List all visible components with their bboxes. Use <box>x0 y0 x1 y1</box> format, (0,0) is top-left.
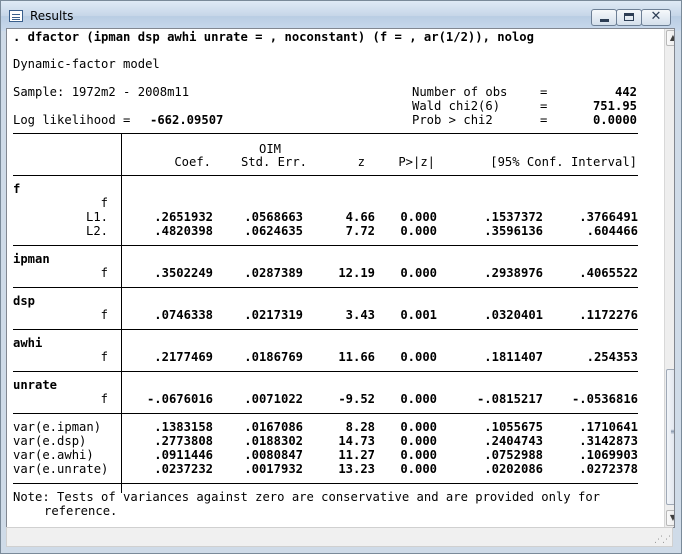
command-line: . dfactor (ipman dsp awhi unrate = , noc… <box>13 30 534 44</box>
header-ci: [95% Conf. Interval] <box>490 155 637 169</box>
stat-nobs-value: 442 <box>614 85 637 99</box>
scroll-up-button[interactable]: ▲ <box>666 30 674 46</box>
title-bar[interactable]: Results ✕ <box>1 1 681 31</box>
note-line-2: reference. <box>44 504 118 518</box>
results-output-pane[interactable]: . dfactor (ipman dsp awhi unrate = , noc… <box>6 28 675 528</box>
vertical-scrollbar[interactable]: ▲ ≡ ▼ <box>664 29 674 527</box>
note-line-1: Note: Tests of variances against zero ar… <box>13 490 600 504</box>
sample-range: Sample: 1972m2 - 2008m11 <box>13 85 190 99</box>
group-rule <box>13 287 638 288</box>
group-f-name: f <box>13 182 21 196</box>
status-bar: ⋰⋰ <box>6 527 673 547</box>
results-window-icon <box>9 10 23 22</box>
header-coef: Coef. <box>174 155 211 169</box>
close-icon: ✕ <box>650 9 662 24</box>
maximize-icon <box>624 13 634 21</box>
table-top-rule <box>13 133 638 134</box>
log-likelihood-value: -662.09507 <box>150 113 224 127</box>
header-z: z <box>357 155 365 169</box>
scroll-down-arrow-icon: ▼ <box>670 513 674 522</box>
stat-wald-label: Wald chi2(6) <box>412 99 501 113</box>
stat-prob-value: 0.0000 <box>592 113 637 127</box>
header-oim: OIM <box>259 142 282 156</box>
group-rule <box>13 245 638 246</box>
group-f-subname: f <box>100 196 108 210</box>
group-dsp-name: dsp <box>13 294 36 308</box>
header-se: Std. Err. <box>240 155 307 169</box>
group-rule <box>13 413 638 414</box>
minimize-icon <box>600 19 609 22</box>
minimize-button[interactable] <box>591 9 617 26</box>
group-ipman-name: ipman <box>13 252 50 266</box>
stat-prob-label: Prob > chi2 <box>412 113 493 127</box>
maximize-button[interactable] <box>616 9 642 26</box>
table-bottom-rule <box>13 483 638 484</box>
group-unrate-name: unrate <box>13 378 58 392</box>
group-awhi-name: awhi <box>13 336 43 350</box>
scroll-up-arrow-icon: ▲ <box>670 33 674 42</box>
model-title: Dynamic-factor model <box>13 57 160 71</box>
stat-nobs-eq: = <box>540 85 548 99</box>
resize-grip-icon[interactable]: ⋰⋰ <box>654 535 671 545</box>
header-p: P>|z| <box>398 155 435 169</box>
stat-wald-value: 751.95 <box>592 99 637 113</box>
stat-prob-eq: = <box>540 113 548 127</box>
group-rule <box>13 329 638 330</box>
group-rule <box>13 371 638 372</box>
stat-wald-eq: = <box>540 99 548 113</box>
log-likelihood-label: Log likelihood = <box>13 113 131 127</box>
scroll-down-button[interactable]: ▼ <box>666 510 674 526</box>
close-button[interactable]: ✕ <box>641 9 671 26</box>
window-title: Results <box>30 9 74 23</box>
scroll-grip-icon: ≡ <box>670 428 674 436</box>
header-rule <box>13 175 638 176</box>
stat-nobs-label: Number of obs <box>412 85 508 99</box>
scroll-thumb[interactable]: ≡ <box>666 369 674 505</box>
